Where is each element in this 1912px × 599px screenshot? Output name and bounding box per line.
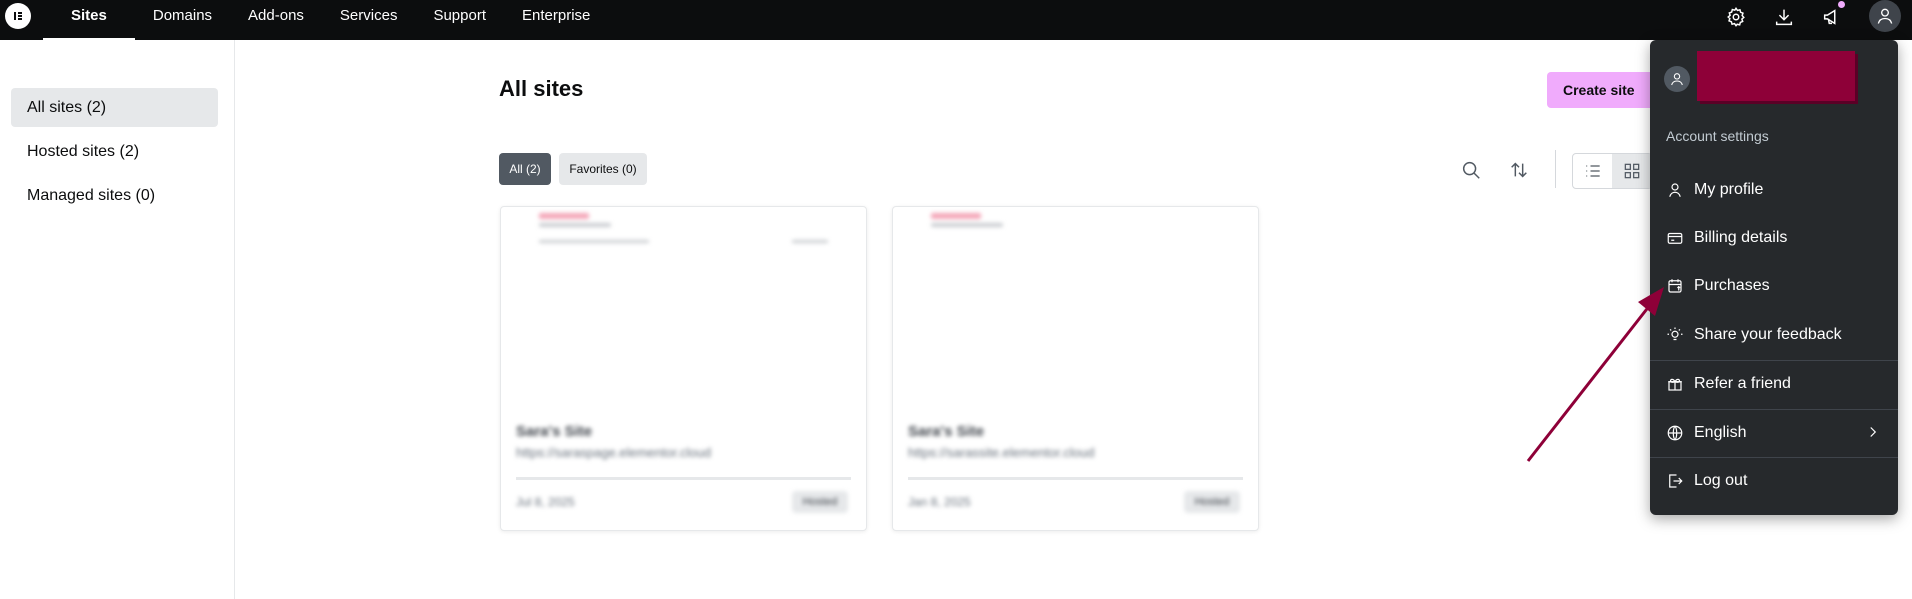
account-settings-label: Account settings — [1666, 128, 1769, 144]
settings-icon[interactable] — [1722, 3, 1750, 31]
site-date: Jul 8, 2025 — [516, 495, 575, 509]
create-site-button[interactable]: Create site — [1547, 72, 1655, 108]
menu-item-label: English — [1694, 423, 1747, 441]
menu-item-label: Log out — [1694, 471, 1748, 489]
list-view-icon[interactable] — [1573, 154, 1612, 188]
site-status-badge: Hosted — [1184, 491, 1240, 513]
account-dropdown-menu: Account settings My profile Billing deta… — [1650, 40, 1898, 515]
nav-support[interactable]: Support — [415, 0, 504, 40]
menu-user-header — [1664, 58, 1690, 100]
search-icon[interactable] — [1456, 155, 1486, 185]
nav-services[interactable]: Services — [322, 0, 416, 40]
calendar-dollar-icon — [1668, 278, 1682, 293]
elementor-logo-icon[interactable] — [5, 3, 31, 29]
site-status-badge: Hosted — [792, 491, 848, 513]
user-avatar-icon[interactable] — [1869, 0, 1901, 32]
grid-view-icon[interactable] — [1612, 154, 1651, 188]
menu-item-refer-friend[interactable]: Refer a friend — [1650, 361, 1898, 406]
menu-item-label: Share your feedback — [1694, 325, 1842, 343]
user-icon — [1669, 182, 1681, 197]
main-nav: Sites Domains Add-ons Services Support E… — [43, 0, 608, 40]
filter-favorites-chip[interactable]: Favorites (0) — [559, 153, 647, 185]
site-url: https://saraspage.elementor.cloud — [516, 445, 712, 460]
menu-item-purchases[interactable]: Purchases — [1650, 263, 1898, 308]
site-thumbnail — [501, 207, 866, 407]
card-divider — [908, 477, 1243, 480]
sidebar-item-all-sites[interactable]: All sites (2) — [11, 88, 218, 127]
menu-item-label: Refer a friend — [1694, 374, 1791, 392]
nav-sites[interactable]: Sites — [43, 0, 135, 40]
gift-icon — [1668, 378, 1682, 391]
site-name: Sara's Site — [908, 423, 985, 440]
logout-icon — [1669, 473, 1683, 488]
menu-item-my-profile[interactable]: My profile — [1650, 167, 1898, 212]
globe-icon — [1667, 425, 1683, 440]
page-title: All sites — [499, 76, 584, 101]
redacted-username — [1697, 51, 1855, 101]
sort-icon[interactable] — [1504, 155, 1534, 185]
site-url: https://sarassite.elementor.cloud — [908, 445, 1095, 460]
site-date: Jan 8, 2025 — [908, 495, 971, 509]
site-card[interactable]: Sara's Site https://sarassite.elementor.… — [892, 206, 1259, 531]
sidebar-item-managed-sites[interactable]: Managed sites (0) — [11, 176, 218, 215]
top-navigation-bar: Sites Domains Add-ons Services Support E… — [0, 0, 1912, 40]
card-divider — [516, 477, 851, 480]
megaphone-icon[interactable] — [1818, 1, 1846, 31]
user-avatar-icon — [1664, 66, 1690, 92]
menu-item-billing-details[interactable]: Billing details — [1650, 215, 1898, 260]
site-card[interactable]: Sara's Site https://saraspage.elementor.… — [500, 206, 867, 531]
site-thumbnail — [893, 207, 1258, 407]
nav-enterprise[interactable]: Enterprise — [504, 0, 608, 40]
chevron-right-icon — [1870, 427, 1877, 437]
nav-domains[interactable]: Domains — [135, 0, 230, 40]
credit-card-icon — [1667, 232, 1683, 244]
menu-item-label: Billing details — [1694, 228, 1788, 246]
view-toggle — [1572, 153, 1652, 189]
sidebar: All sites (2) Hosted sites (2) Managed s… — [0, 40, 235, 599]
nav-add-ons[interactable]: Add-ons — [230, 0, 322, 40]
menu-item-share-feedback[interactable]: Share your feedback — [1650, 312, 1898, 357]
notification-dot — [1838, 1, 1845, 8]
bulb-icon — [1667, 327, 1683, 340]
toolbar-divider — [1555, 150, 1556, 188]
filter-all-chip[interactable]: All (2) — [499, 153, 551, 185]
download-icon[interactable] — [1770, 3, 1798, 31]
site-name: Sara's Site — [516, 423, 593, 440]
menu-item-log-out[interactable]: Log out — [1650, 458, 1898, 503]
menu-item-language[interactable]: English — [1650, 410, 1898, 455]
menu-item-label: My profile — [1694, 180, 1764, 198]
menu-item-label: Purchases — [1694, 276, 1770, 294]
sidebar-item-hosted-sites[interactable]: Hosted sites (2) — [11, 132, 218, 171]
